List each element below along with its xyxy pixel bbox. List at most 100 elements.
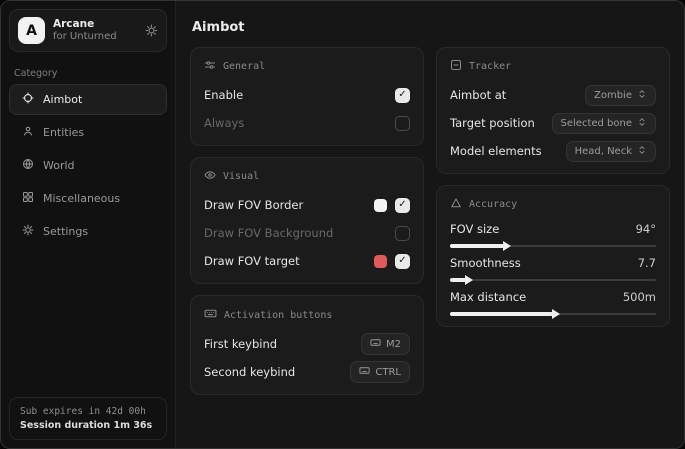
app-title: Arcane xyxy=(53,18,137,31)
setting-row-target-position: Target position Selected bone xyxy=(450,112,656,134)
app-window: A Arcane for Unturned Category Aimbot En… xyxy=(0,0,685,449)
fov-target-checkbox[interactable] xyxy=(395,254,410,269)
setting-label: Draw FOV Background xyxy=(204,226,333,240)
fov-border-checkbox[interactable] xyxy=(395,198,410,213)
square-minus-icon xyxy=(450,59,462,74)
accuracy-card: Accuracy FOV size 94° Smoothness xyxy=(436,185,670,327)
model-elements-select[interactable]: Head, Neck xyxy=(566,141,656,162)
target-position-select[interactable]: Selected bone xyxy=(552,113,656,134)
fov-size-slider[interactable] xyxy=(450,245,656,247)
max-distance-slider[interactable] xyxy=(450,313,656,315)
visual-card: Visual Draw FOV Border Draw FOV Backgrou… xyxy=(190,157,424,284)
setting-label: Enable xyxy=(204,88,243,102)
page-title: Aimbot xyxy=(192,20,670,35)
keyboard-icon xyxy=(359,365,370,379)
sidebar-item-label: World xyxy=(43,159,75,172)
setting-label: Draw FOV target xyxy=(204,254,300,268)
select-value: Head, Neck xyxy=(575,146,632,157)
color-swatch[interactable] xyxy=(374,255,387,268)
setting-row-fov-target: Draw FOV target xyxy=(204,250,410,272)
section-title: General xyxy=(223,61,265,72)
main-content: Aimbot General Enable Alw xyxy=(176,1,684,448)
sidebar-item-label: Miscellaneous xyxy=(43,192,120,205)
sidebar-item-aimbot[interactable]: Aimbot xyxy=(9,84,167,115)
session-duration-text: Session duration 1m 36s xyxy=(20,420,156,431)
slider-thumb[interactable] xyxy=(503,241,511,251)
sidebar-item-label: Aimbot xyxy=(43,93,82,106)
sidebar-item-settings[interactable]: Settings xyxy=(9,216,167,247)
second-keybind-button[interactable]: CTRL xyxy=(350,361,410,383)
first-keybind-button[interactable]: M2 xyxy=(361,333,410,355)
section-title: Tracker xyxy=(469,61,511,72)
eye-icon xyxy=(204,169,216,184)
setting-row-fov-background: Draw FOV Background xyxy=(204,222,410,244)
header-gear-icon[interactable] xyxy=(145,24,158,37)
app-subtitle: for Unturned xyxy=(53,31,137,44)
setting-row-aimbot-at: Aimbot at Zombie xyxy=(450,84,656,106)
slider-thumb[interactable] xyxy=(465,275,473,285)
gear-icon xyxy=(22,224,34,239)
keybind-value: M2 xyxy=(386,339,401,350)
category-label: Category xyxy=(14,68,175,79)
sidebar: A Arcane for Unturned Category Aimbot En… xyxy=(1,1,176,448)
keyboard-icon xyxy=(370,337,381,351)
aimbot-at-select[interactable]: Zombie xyxy=(585,85,656,106)
section-title: Visual xyxy=(223,171,259,182)
sidebar-item-label: Settings xyxy=(43,225,88,238)
subscription-info-card: Sub expires in 42d 00h Session duration … xyxy=(9,397,167,440)
setting-label: Aimbot at xyxy=(450,88,506,102)
setting-row-max-distance: Max distance 500m xyxy=(450,290,656,315)
keyboard-icon xyxy=(204,307,217,323)
setting-row-second-keybind: Second keybind CTRL xyxy=(204,361,410,383)
setting-row-fov-size: FOV size 94° xyxy=(450,222,656,247)
entities-icon xyxy=(22,125,34,140)
setting-row-smoothness: Smoothness 7.7 xyxy=(450,256,656,281)
sidebar-item-label: Entities xyxy=(43,126,84,139)
app-logo: A xyxy=(18,17,45,44)
sliders-icon xyxy=(204,59,216,74)
triangle-icon xyxy=(450,197,462,212)
sidebar-item-world[interactable]: World xyxy=(9,150,167,181)
sub-expiry-text: Sub expires in 42d 00h xyxy=(20,406,156,417)
select-value: Zombie xyxy=(594,90,632,101)
keybind-value: CTRL xyxy=(375,367,401,378)
setting-row-enable: Enable xyxy=(204,84,410,106)
section-title: Activation buttons xyxy=(224,310,332,321)
setting-row-first-keybind: First keybind M2 xyxy=(204,333,410,355)
setting-label: Max distance xyxy=(450,290,526,304)
crosshair-icon xyxy=(22,92,34,107)
activation-card: Activation buttons First keybind M2 Seco… xyxy=(190,295,424,395)
slider-value: 94° xyxy=(636,222,656,236)
slider-value: 7.7 xyxy=(638,256,656,270)
setting-label: Second keybind xyxy=(204,365,295,379)
color-swatch[interactable] xyxy=(374,199,387,212)
chevrons-up-down-icon xyxy=(637,117,647,130)
setting-row-always: Always xyxy=(204,112,410,134)
section-title: Accuracy xyxy=(469,199,517,210)
setting-label: Draw FOV Border xyxy=(204,198,303,212)
enable-checkbox[interactable] xyxy=(395,88,410,103)
setting-label: First keybind xyxy=(204,337,277,351)
globe-icon xyxy=(22,158,34,173)
sidebar-item-miscellaneous[interactable]: Miscellaneous xyxy=(9,183,167,214)
smoothness-slider[interactable] xyxy=(450,279,656,281)
slider-value: 500m xyxy=(623,290,656,304)
select-value: Selected bone xyxy=(561,118,632,129)
setting-row-model-elements: Model elements Head, Neck xyxy=(450,140,656,162)
setting-row-fov-border: Draw FOV Border xyxy=(204,194,410,216)
general-card: General Enable Always xyxy=(190,47,424,146)
chevrons-up-down-icon xyxy=(637,89,647,102)
setting-label: Target position xyxy=(450,116,535,130)
setting-label: Always xyxy=(204,116,244,130)
setting-label: Model elements xyxy=(450,144,542,158)
setting-label: Smoothness xyxy=(450,256,521,270)
fov-background-checkbox[interactable] xyxy=(395,226,410,241)
sidebar-item-entities[interactable]: Entities xyxy=(9,117,167,148)
always-checkbox[interactable] xyxy=(395,116,410,131)
grid-icon xyxy=(22,191,34,206)
setting-label: FOV size xyxy=(450,222,499,236)
app-header-card: A Arcane for Unturned xyxy=(9,9,167,52)
tracker-card: Tracker Aimbot at Zombie Target position xyxy=(436,47,670,174)
slider-thumb[interactable] xyxy=(552,309,560,319)
chevrons-up-down-icon xyxy=(637,145,647,158)
